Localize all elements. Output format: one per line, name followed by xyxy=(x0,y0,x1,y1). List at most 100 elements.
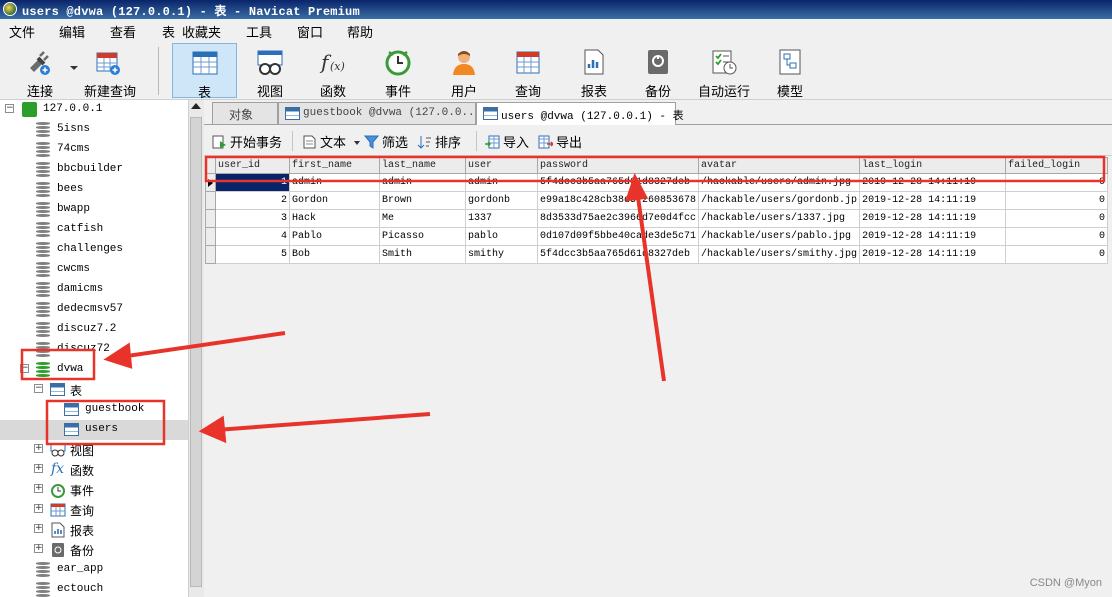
export-button[interactable]: 导出 xyxy=(538,132,582,151)
column-header[interactable]: first_name xyxy=(289,157,380,174)
tables-button[interactable]: 表 xyxy=(172,43,237,100)
reports-button[interactable]: 报表 xyxy=(566,43,622,99)
tree-connection[interactable]: − 127.0.0.1 xyxy=(0,100,188,120)
functions-button[interactable]: f (x) 函数 xyxy=(305,43,361,99)
row-selector[interactable] xyxy=(205,227,216,246)
cell-failed-login[interactable]: 0 xyxy=(1005,227,1109,246)
tree-db-ear-app[interactable]: ear_app xyxy=(0,560,188,580)
cell-last-name[interactable]: Smith xyxy=(379,245,466,264)
tree-db-bbcbuilder[interactable]: bbcbuilder xyxy=(0,160,188,180)
column-header[interactable]: last_name xyxy=(379,157,466,174)
tab-guestbook[interactable]: guestbook @dvwa (127.0.0.... xyxy=(278,102,488,124)
cell-first-name[interactable]: Pablo xyxy=(289,227,380,246)
text-view-button[interactable]: 文本 xyxy=(302,132,360,151)
row-selector[interactable] xyxy=(205,209,216,228)
expand-icon[interactable]: + xyxy=(34,504,43,513)
cell-user[interactable]: smithy xyxy=(465,245,538,264)
cell-last-name[interactable]: Picasso xyxy=(379,227,466,246)
cell-failed-login[interactable]: 0 xyxy=(1005,209,1109,228)
cell-failed-login[interactable]: 0 xyxy=(1005,173,1109,192)
events-button[interactable]: 事件 xyxy=(370,43,426,99)
views-button[interactable]: 视图 xyxy=(240,43,300,99)
menu-file[interactable]: 文件 xyxy=(9,22,35,41)
cell-failed-login[interactable]: 0 xyxy=(1005,245,1109,264)
menu-view[interactable]: 查看 xyxy=(110,22,136,41)
tree-folder-views[interactable]: + 视图 xyxy=(0,440,188,460)
row-selector[interactable] xyxy=(205,245,216,264)
cell-user[interactable]: pablo xyxy=(465,227,538,246)
tree-folder-backups[interactable]: + 备份 xyxy=(0,540,188,560)
menu-edit[interactable]: 编辑 xyxy=(59,22,85,41)
model-button[interactable]: 模型 xyxy=(762,43,818,99)
cell-last-login[interactable]: 2019-12-28 14:11:19 xyxy=(859,227,1007,246)
cell-last-name[interactable]: Me xyxy=(379,209,466,228)
cell-user-id[interactable]: 5 xyxy=(215,245,290,264)
cell-first-name[interactable]: Bob xyxy=(289,245,380,264)
row-selector-icon[interactable] xyxy=(205,173,216,192)
cell-last-login[interactable]: 2019-12-28 14:11:19 xyxy=(859,191,1007,210)
tree-db-74cms[interactable]: 74cms xyxy=(0,140,188,160)
tree-db-dedecmsv57[interactable]: dedecmsv57 xyxy=(0,300,188,320)
filter-button[interactable]: 筛选 xyxy=(364,132,408,151)
cell-avatar[interactable]: /hackable/users/admin.jpg xyxy=(698,173,861,192)
collapse-icon[interactable]: − xyxy=(5,104,14,113)
tree-folder-reports[interactable]: + 报表 xyxy=(0,520,188,540)
cell-user[interactable]: 1337 xyxy=(465,209,538,228)
expand-icon[interactable]: + xyxy=(34,444,43,453)
tree-db-cwcms[interactable]: cwcms xyxy=(0,260,188,280)
backup-button[interactable]: 备份 xyxy=(630,43,686,99)
table-row[interactable]: 5 Bob Smith smithy 5f4dcc3b5aa765d61d832… xyxy=(205,245,1109,264)
table-row[interactable]: 4 Pablo Picasso pablo 0d107d09f5bbe40cad… xyxy=(205,227,1109,246)
table-row[interactable]: 1 admin admin admin 5f4dcc3b5aa765d61d83… xyxy=(205,173,1109,192)
cell-avatar[interactable]: /hackable/users/1337.jpg xyxy=(698,209,861,228)
tree-folder-queries[interactable]: + 查询 xyxy=(0,500,188,520)
tab-objects[interactable]: 对象 xyxy=(212,102,278,124)
cell-last-login[interactable]: 2019-12-28 14:11:19 xyxy=(859,209,1007,228)
tree-db-5isns[interactable]: 5isns xyxy=(0,120,188,140)
expand-icon[interactable]: + xyxy=(34,484,43,493)
cell-last-name[interactable]: admin xyxy=(379,173,466,192)
table-row[interactable]: 3 Hack Me 1337 8d3533d75ae2c3966d7e0d4fc… xyxy=(205,209,1109,228)
tree-tables-folder[interactable]: − 表 xyxy=(0,380,188,400)
cell-user[interactable]: admin xyxy=(465,173,538,192)
scrollbar-thumb[interactable] xyxy=(190,117,202,587)
cell-user-id[interactable]: 4 xyxy=(215,227,290,246)
connect-button[interactable]: 连接 xyxy=(16,43,64,99)
tree-folder-events[interactable]: + 事件 xyxy=(0,480,188,500)
cell-password[interactable]: 5f4dcc3b5aa765d61d8327deb xyxy=(536,245,700,264)
menu-window[interactable]: 窗口 xyxy=(297,22,323,41)
column-header[interactable]: user xyxy=(465,157,538,174)
column-header[interactable]: user_id xyxy=(215,157,290,174)
menu-tools[interactable]: 工具 xyxy=(246,22,272,41)
tree-table-users[interactable]: users xyxy=(0,420,188,440)
sort-button[interactable]: 排序 xyxy=(417,132,461,151)
menu-help[interactable]: 帮助 xyxy=(347,22,373,41)
begin-transaction-button[interactable]: 开始事务 xyxy=(212,132,282,151)
cell-avatar[interactable]: /hackable/users/pablo.jpg xyxy=(698,227,861,246)
tree-db-catfish[interactable]: catfish xyxy=(0,220,188,240)
cell-avatar[interactable]: /hackable/users/smithy.jpg xyxy=(698,245,861,264)
cell-avatar[interactable]: /hackable/users/gordonb.jp xyxy=(698,191,861,210)
expand-icon[interactable]: + xyxy=(34,464,43,473)
row-selector[interactable] xyxy=(205,191,216,210)
table-row[interactable]: 2 Gordon Brown gordonb e99a18c428cb38d5f… xyxy=(205,191,1109,210)
menu-table[interactable]: 表 xyxy=(162,22,175,41)
import-button[interactable]: 导入 xyxy=(485,132,529,151)
cell-failed-login[interactable]: 0 xyxy=(1005,191,1109,210)
queries-button[interactable]: 查询 xyxy=(500,43,556,99)
column-header[interactable]: last_login xyxy=(859,157,1007,174)
cell-first-name[interactable]: admin xyxy=(289,173,380,192)
chevron-down-icon[interactable] xyxy=(70,66,78,70)
tree-table-guestbook[interactable]: guestbook xyxy=(0,400,188,420)
cell-user-id[interactable]: 1 xyxy=(215,173,290,192)
schedule-button[interactable]: 自动运行 xyxy=(694,43,754,99)
cell-first-name[interactable]: Gordon xyxy=(289,191,380,210)
cell-user[interactable]: gordonb xyxy=(465,191,538,210)
tree-db-dvwa[interactable]: − dvwa xyxy=(0,360,188,380)
collapse-icon[interactable]: − xyxy=(34,384,43,393)
cell-password[interactable]: 8d3533d75ae2c3966d7e0d4fcc xyxy=(536,209,700,228)
tree-db-challenges[interactable]: challenges xyxy=(0,240,188,260)
collapse-icon[interactable]: − xyxy=(20,364,29,373)
tree-db-bees[interactable]: bees xyxy=(0,180,188,200)
new-query-button[interactable]: 新建查询 xyxy=(82,43,138,99)
